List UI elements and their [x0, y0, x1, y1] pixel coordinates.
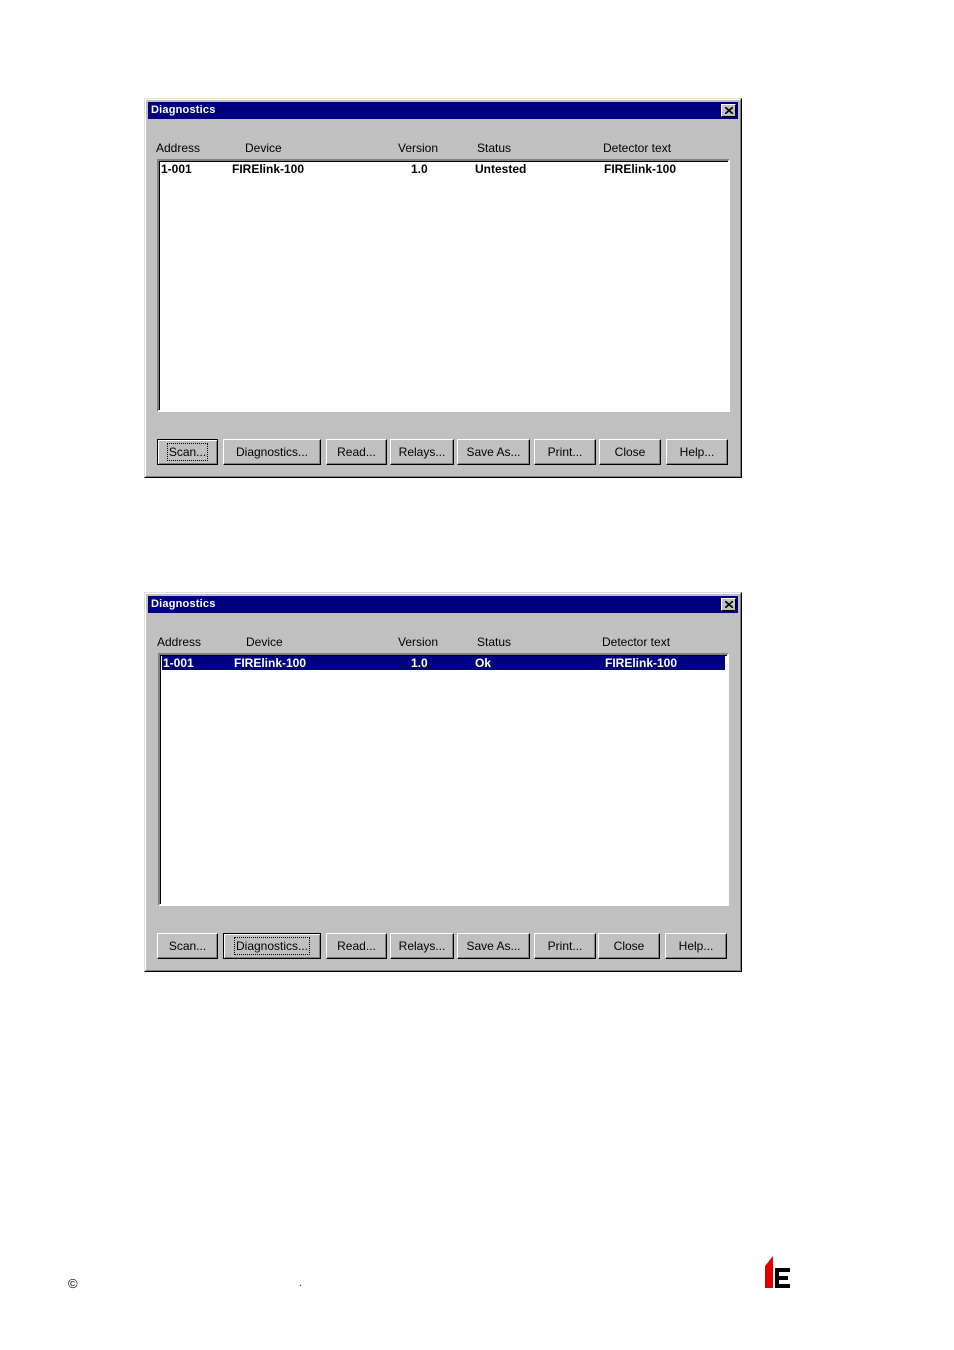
cell-address: 1-001 — [163, 656, 194, 670]
header-address: Address — [156, 141, 201, 155]
header-device: Device — [246, 635, 283, 649]
device-list[interactable]: 1-001 FIRElink-100 1.0 Ok FIRElink-100 — [158, 653, 729, 906]
company-logo-icon — [765, 1256, 790, 1288]
read-button[interactable]: Read... — [326, 439, 387, 465]
save-as-button[interactable]: Save As... — [457, 439, 530, 465]
close-button[interactable]: Close — [599, 439, 661, 465]
button-bar: Scan... Diagnostics... Read... Relays...… — [145, 933, 741, 959]
header-status: Status — [477, 141, 512, 155]
help-button[interactable]: Help... — [665, 933, 727, 959]
print-button[interactable]: Print... — [534, 439, 596, 465]
cell-status: Ok — [475, 656, 492, 670]
cell-device: FIRElink-100 — [232, 162, 305, 176]
scan-button[interactable]: Scan... — [157, 933, 218, 959]
footer-dot: . — [299, 1278, 302, 1289]
device-list[interactable]: 1-001 FIRElink-100 1.0 Untested FIRElink… — [157, 159, 730, 412]
header-status: Status — [477, 635, 512, 649]
header-device: Device — [245, 141, 282, 155]
help-button[interactable]: Help... — [666, 439, 728, 465]
column-headers: Address Device Version Status Detector t… — [145, 141, 741, 157]
header-version: Version — [398, 635, 439, 649]
cell-device: FIRElink-100 — [234, 656, 307, 670]
cell-detector-text: FIRElink-100 — [605, 656, 678, 670]
save-as-button[interactable]: Save As... — [457, 933, 530, 959]
close-button[interactable]: Close — [598, 933, 660, 959]
print-button[interactable]: Print... — [534, 933, 596, 959]
title-close-button[interactable] — [721, 598, 736, 611]
cell-version: 1.0 — [411, 162, 428, 176]
cell-address: 1-001 — [161, 162, 192, 176]
header-detector-text: Detector text — [603, 141, 672, 155]
header-address: Address — [157, 635, 202, 649]
title-close-button[interactable] — [721, 104, 736, 117]
header-detector-text: Detector text — [602, 635, 671, 649]
diagnostics-dialog-ok: Diagnostics Address Device Version Statu… — [144, 592, 742, 972]
diagnostics-button[interactable]: Diagnostics... — [223, 933, 321, 959]
cell-status: Untested — [475, 162, 527, 176]
scan-button[interactable]: Scan... — [157, 439, 218, 465]
diagnostics-dialog-untested: Diagnostics Address Device Version Statu… — [144, 98, 742, 478]
diagnostics-button[interactable]: Diagnostics... — [223, 439, 321, 465]
close-icon — [725, 601, 733, 608]
title-bar[interactable]: Diagnostics — [148, 102, 738, 119]
read-button[interactable]: Read... — [326, 933, 387, 959]
relays-button[interactable]: Relays... — [390, 439, 454, 465]
copyright-symbol: © — [68, 1276, 78, 1291]
cell-version: 1.0 — [411, 656, 428, 670]
header-version: Version — [398, 141, 439, 155]
dialog-title: Diagnostics — [151, 104, 216, 116]
relays-button[interactable]: Relays... — [390, 933, 454, 959]
close-icon — [725, 107, 733, 114]
title-bar[interactable]: Diagnostics — [148, 596, 738, 613]
list-item[interactable]: 1-001 FIRElink-100 1.0 Untested FIRElink… — [161, 162, 726, 176]
dialog-title: Diagnostics — [151, 598, 216, 610]
cell-detector-text: FIRElink-100 — [604, 162, 677, 176]
column-headers: Address Device Version Status Detector t… — [145, 635, 741, 651]
button-bar: Scan... Diagnostics... Read... Relays...… — [145, 439, 741, 465]
list-item-selected[interactable]: 1-001 FIRElink-100 1.0 Ok FIRElink-100 — [162, 656, 725, 670]
